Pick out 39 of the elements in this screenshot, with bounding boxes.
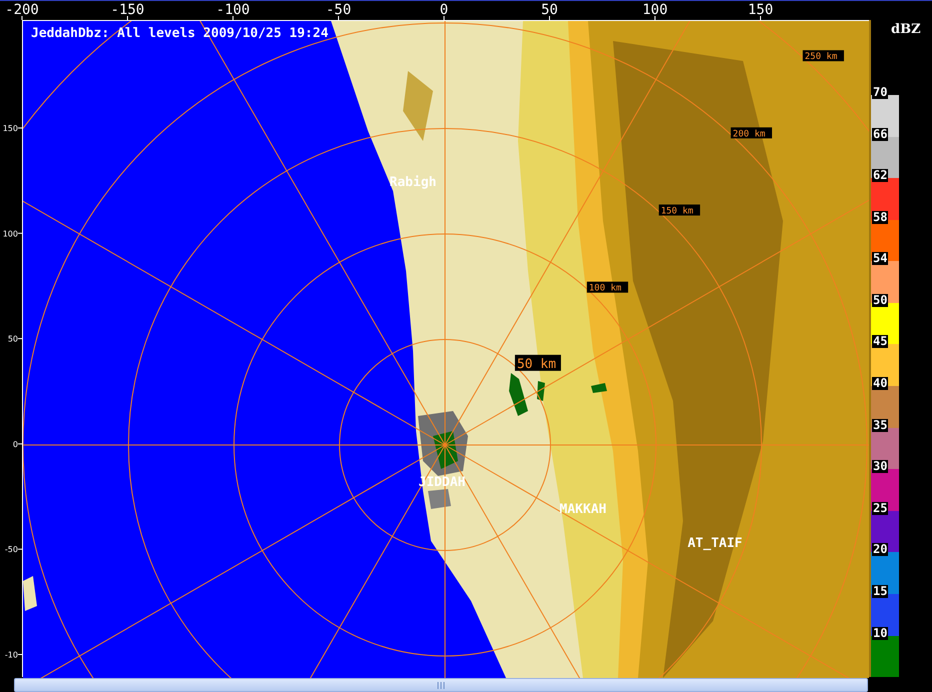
city-label: Rabigh — [390, 175, 436, 190]
axis-tick-label: -10 — [4, 650, 18, 660]
legend-label: 58 — [872, 210, 888, 224]
legend-label: 66 — [872, 128, 888, 141]
horizontal-scrollbar[interactable] — [14, 678, 868, 692]
range-label: 200 km — [732, 129, 766, 140]
range-label: 100 km — [588, 284, 622, 294]
legend-label: 50 — [872, 294, 888, 307]
range-label: 150 km — [660, 206, 694, 217]
legend-label: 35 — [872, 418, 888, 432]
legend-label: 54 — [872, 252, 888, 266]
axis-tick-label: 150 — [2, 124, 18, 133]
legend-label: 25 — [872, 502, 888, 515]
legend-label: 10 — [872, 626, 888, 640]
axis-tick-label: 100 — [2, 229, 18, 238]
range-label: 250 km — [804, 52, 838, 62]
range-label: 50 km — [516, 356, 556, 372]
axis-tick-label: -100 — [216, 2, 250, 18]
axis-tick-label: 100 — [642, 2, 668, 18]
city-label: AT_TAIF — [688, 536, 742, 551]
unit-label: dBZ — [890, 21, 922, 39]
legend-label: 45 — [872, 335, 888, 348]
axis-tick-label: 150 — [748, 2, 774, 18]
axis-tick-label: -50 — [4, 545, 18, 554]
grip-icon — [436, 682, 446, 688]
axis-tick-label: 50 — [8, 334, 18, 344]
axis-tick-label: -150 — [110, 2, 144, 18]
legend-label: 40 — [872, 377, 888, 390]
axis-tick-label: -200 — [5, 2, 39, 18]
city-label: MAKKAH — [560, 502, 606, 517]
legend-label: 70 — [872, 86, 888, 99]
axis-tick-label: 0 — [440, 2, 448, 18]
legend-label: 30 — [872, 460, 888, 474]
axis-tick-label: 0 — [12, 440, 18, 449]
legend-label: 62 — [872, 169, 888, 182]
axis-tick-label: -50 — [326, 2, 352, 18]
legend-label: 20 — [872, 543, 888, 556]
legend-label: 15 — [872, 584, 888, 598]
axis-tick-label: 50 — [541, 2, 558, 18]
